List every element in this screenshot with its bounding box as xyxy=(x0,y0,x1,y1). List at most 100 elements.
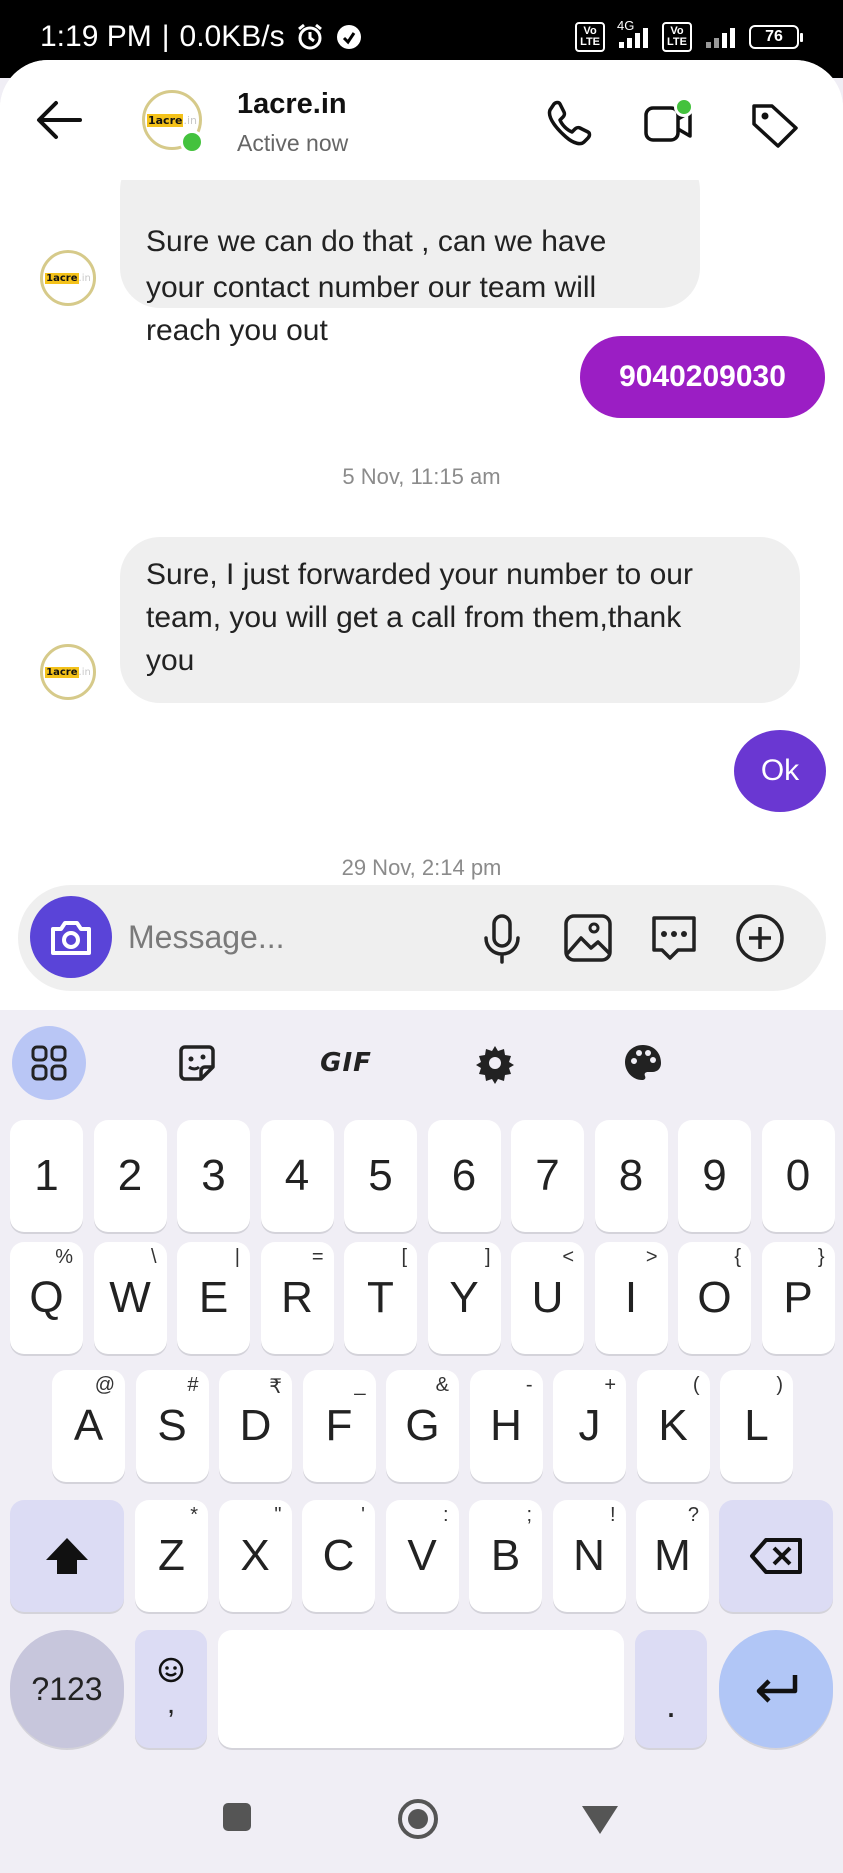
key-z[interactable]: Z * xyxy=(135,1500,208,1612)
key-t[interactable]: T[ xyxy=(344,1242,417,1354)
key-q[interactable]: Q% xyxy=(10,1242,83,1354)
key-1[interactable]: 1 xyxy=(10,1120,83,1232)
key-e[interactable]: E | xyxy=(177,1242,250,1354)
theme-button[interactable] xyxy=(606,1026,680,1100)
add-circle-icon[interactable] xyxy=(732,910,788,966)
space-key[interactable] xyxy=(218,1630,624,1748)
key-v[interactable]: V: xyxy=(385,1500,459,1612)
key-b[interactable]: B; xyxy=(469,1500,542,1612)
key-c[interactable]: C ' xyxy=(302,1500,375,1612)
key-label: Y xyxy=(449,1273,479,1322)
backspace-icon xyxy=(750,1538,802,1574)
settings-button[interactable] xyxy=(458,1026,532,1100)
gif-label: GIF xyxy=(320,1048,372,1078)
status-time: 1:19 PM xyxy=(40,20,152,53)
outgoing-message-number[interactable]: 9040209030 xyxy=(580,336,825,418)
sticker-button[interactable] xyxy=(160,1026,234,1100)
key-s[interactable]: S # xyxy=(135,1370,209,1482)
back-arrow-icon[interactable] xyxy=(30,95,90,145)
incoming-message-2[interactable]: Sure, I just forwarded your number to ou… xyxy=(120,537,800,703)
key-label: P xyxy=(783,1273,813,1322)
key-alt-label: [ xyxy=(401,1246,407,1268)
key-5[interactable]: 5 xyxy=(344,1120,417,1232)
status-right: Vo LTE 4G Vo LTE 76 xyxy=(575,18,803,52)
key-r[interactable]: R = xyxy=(260,1242,334,1354)
shield-app-icon xyxy=(336,25,361,49)
tag-icon[interactable] xyxy=(746,96,802,152)
outgoing-message-ok[interactable]: Ok xyxy=(734,730,826,812)
key-0[interactable]: 0 xyxy=(761,1120,835,1232)
key-n[interactable]: N! xyxy=(552,1500,626,1612)
key-alt-label: @ xyxy=(94,1374,115,1396)
symbols-key-label: ?123 xyxy=(31,1670,103,1707)
message-line: your contact number our team will xyxy=(146,271,597,304)
key-u[interactable]: U < xyxy=(511,1242,584,1354)
key-h[interactable]: H- xyxy=(469,1370,543,1482)
comma-label: , xyxy=(166,1687,176,1720)
network-speed: 0.0KB/s xyxy=(179,20,285,53)
key-7[interactable]: 7 xyxy=(511,1120,584,1232)
gif-button[interactable]: GIF xyxy=(309,1026,383,1100)
key-l[interactable]: L) xyxy=(720,1370,793,1482)
battery-icon: 76 xyxy=(749,25,803,49)
microphone-icon[interactable] xyxy=(474,910,530,966)
period-key[interactable]: . xyxy=(635,1630,707,1748)
shift-key[interactable] xyxy=(10,1500,124,1612)
enter-key[interactable] xyxy=(719,1630,833,1748)
key-label: 4 xyxy=(284,1151,310,1200)
key-m[interactable]: M? xyxy=(636,1500,709,1612)
message-line: you xyxy=(146,644,195,677)
timestamp: 5 Nov, 11:15 am xyxy=(342,464,501,489)
key-j[interactable]: J + xyxy=(553,1370,626,1482)
home-button[interactable] xyxy=(396,1797,440,1846)
key-2[interactable]: 2 xyxy=(93,1120,167,1232)
message-line: reach you out xyxy=(146,314,328,347)
key-o[interactable]: O{ xyxy=(678,1242,751,1354)
key-label: J xyxy=(578,1401,601,1450)
key-y[interactable]: Y] xyxy=(427,1242,501,1354)
apps-grid-button[interactable] xyxy=(12,1026,86,1100)
key-x[interactable]: X " xyxy=(218,1500,292,1612)
camera-button[interactable] xyxy=(30,896,112,978)
recents-button[interactable] xyxy=(220,1800,254,1839)
key-label: X xyxy=(240,1531,270,1580)
key-3[interactable]: 3 xyxy=(177,1120,250,1232)
key-8[interactable]: 8 xyxy=(594,1120,668,1232)
online-indicator xyxy=(180,130,204,154)
key-label: O xyxy=(697,1273,732,1322)
key-alt-label: ? xyxy=(687,1504,699,1526)
gallery-icon[interactable] xyxy=(560,910,616,966)
key-label: B xyxy=(490,1531,521,1580)
key-k[interactable]: K( xyxy=(636,1370,710,1482)
contact-avatar[interactable]: 1acre .in xyxy=(40,250,96,306)
key-label: V xyxy=(407,1531,437,1580)
square-recents-icon xyxy=(223,1803,251,1831)
key-9[interactable]: 9 xyxy=(678,1120,751,1232)
key-alt-label: - xyxy=(525,1374,533,1396)
chat-bubble-icon[interactable] xyxy=(646,910,702,966)
key-g[interactable]: G & xyxy=(386,1370,459,1482)
contact-avatar[interactable]: 1acre .in xyxy=(40,644,96,700)
key-i[interactable]: I > xyxy=(594,1242,668,1354)
symbols-key[interactable]: ?123 xyxy=(10,1630,124,1748)
key-4[interactable]: 4 xyxy=(260,1120,334,1232)
message-input[interactable] xyxy=(128,907,468,967)
key-w[interactable]: W \ xyxy=(93,1242,167,1354)
key-label: H xyxy=(490,1401,522,1450)
phone-call-icon[interactable] xyxy=(540,96,596,152)
key-label: D xyxy=(239,1401,272,1450)
backspace-key[interactable] xyxy=(719,1500,833,1612)
contact-name[interactable]: 1acre.in xyxy=(237,88,347,121)
video-status-dot xyxy=(674,97,694,117)
emoji-comma-key[interactable]: , xyxy=(135,1630,207,1748)
status-left: 1:19 PM | 0.0KB/s xyxy=(40,20,363,54)
key-alt-label: } xyxy=(817,1246,825,1268)
key-d[interactable]: D ₹ xyxy=(219,1370,292,1482)
key-alt-label: ; xyxy=(526,1504,532,1526)
key-label: T xyxy=(367,1273,394,1322)
key-6[interactable]: 6 xyxy=(427,1120,501,1232)
key-p[interactable]: P} xyxy=(761,1242,835,1354)
key-a[interactable]: A @ xyxy=(52,1370,125,1482)
key-f[interactable]: F _ xyxy=(302,1370,376,1482)
back-nav-button[interactable] xyxy=(580,1804,620,1841)
